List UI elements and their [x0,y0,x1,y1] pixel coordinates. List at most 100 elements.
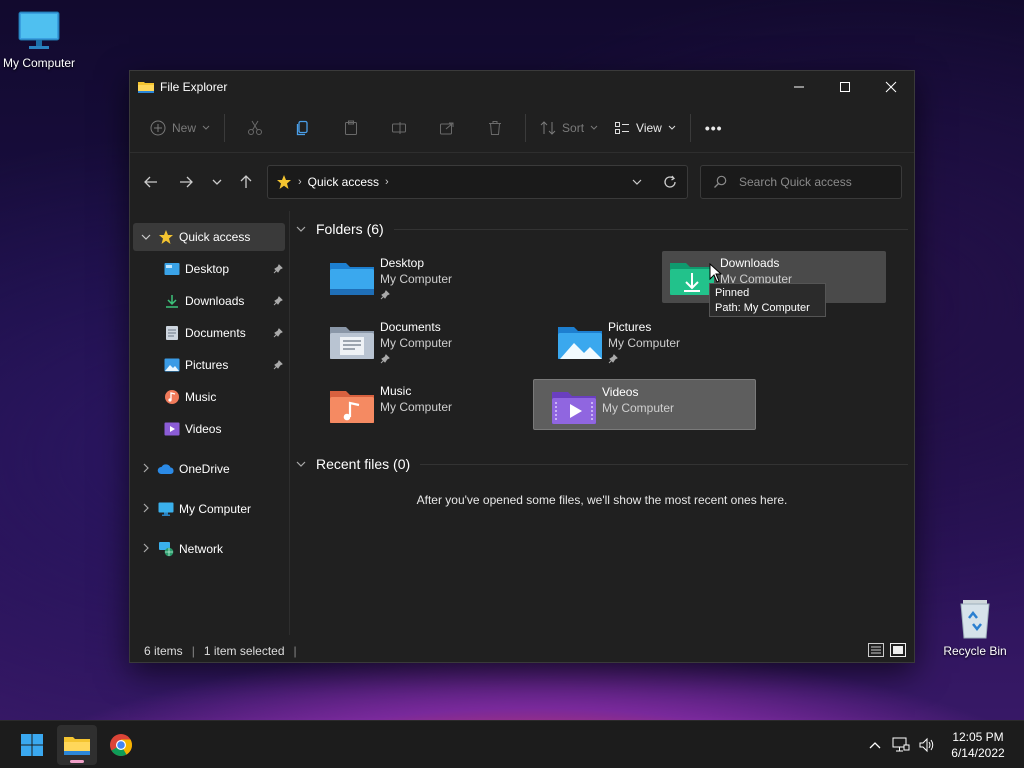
clock-time: 12:05 PM [952,730,1004,744]
folder-name: Music [380,384,412,398]
more-options-icon: ••• [704,119,723,136]
ethernet-icon [892,737,910,752]
maximize-button[interactable] [822,71,868,103]
computer-icon [157,500,175,518]
folder-name: Desktop [380,256,425,270]
pin-icon[interactable] [273,359,283,373]
star-icon [157,228,175,246]
sidebar-item-network[interactable]: Network [133,535,285,563]
cut-button[interactable] [231,111,279,145]
minimize-icon [794,86,804,88]
folder-location: My Computer [608,336,681,350]
clock-date: 6/14/2022 [951,746,1005,760]
view-label: View [636,120,662,135]
more-options-button[interactable]: ••• [697,111,731,145]
show-hidden-icons-button[interactable] [862,741,888,749]
recent-locations-button[interactable] [202,167,232,197]
sidebar-item-onedrive[interactable]: OneDrive [133,455,285,483]
refresh-button[interactable] [653,175,687,189]
sidebar-item-music[interactable]: Music [133,383,285,411]
refresh-icon [664,175,676,188]
taskbar-chrome[interactable] [101,725,141,765]
network-status-button[interactable] [888,737,914,753]
sort-button[interactable]: Sort [532,111,606,145]
back-button[interactable] [136,167,166,197]
copy-button[interactable] [279,111,327,145]
desktop-icon-label: Recycle Bin [943,644,1007,658]
forward-button[interactable] [171,167,201,197]
sidebar-item-my-computer[interactable]: My Computer [133,495,285,523]
chevron-right-icon[interactable] [137,463,155,476]
title-bar[interactable]: File Explorer [130,71,914,103]
folder-location: My Computer [380,272,453,286]
folders-group-header[interactable]: Folders (6) [296,221,908,237]
arrow-up-icon [240,175,252,188]
address-bar[interactable]: › Quick access › [267,165,688,199]
close-button[interactable] [868,71,914,103]
details-view-button[interactable] [868,643,884,660]
desktop-recycle-bin[interactable]: Recycle Bin [933,596,1017,658]
pin-icon[interactable] [273,295,283,309]
status-bar: 6 items | 1 item selected | [130,639,914,663]
folder-tile-music[interactable]: Music My Computer [322,379,546,431]
pin-icon [380,288,452,304]
pin-icon[interactable] [273,263,283,277]
close-icon [885,81,897,93]
chevron-right-icon[interactable] [137,503,155,516]
file-explorer-icon [138,82,154,93]
minimize-button[interactable] [776,71,822,103]
view-button[interactable]: View [606,111,684,145]
clipboard-icon [345,120,358,135]
sidebar-item-documents[interactable]: Documents [133,319,285,347]
group-divider [393,228,908,230]
sidebar-item-downloads[interactable]: Downloads [133,287,285,315]
sidebar-item-label: Pictures [185,358,229,372]
address-dropdown-button[interactable] [621,179,653,185]
speaker-icon [919,737,934,753]
paste-button[interactable] [327,111,375,145]
chevron-down-icon[interactable] [137,232,155,243]
pin-icon[interactable] [273,327,283,341]
sidebar-item-videos[interactable]: Videos [133,415,285,443]
chevron-down-icon[interactable] [296,459,310,470]
sidebar-item-label: Videos [185,422,222,436]
chevron-down-icon[interactable] [296,224,310,235]
taskbar-file-explorer[interactable] [57,725,97,765]
sidebar-item-desktop[interactable]: Desktop [133,255,285,283]
sidebar-item-pictures[interactable]: Pictures [133,351,285,379]
folder-tile-desktop[interactable]: Desktop My Computer [322,251,546,303]
delete-button[interactable] [471,111,519,145]
plus-circle-icon [150,120,166,135]
pictures-icon [163,356,181,374]
sidebar-item-quick-access[interactable]: Quick access [133,223,285,251]
download-icon [163,292,181,310]
start-button[interactable] [12,725,52,765]
share-icon [440,122,454,134]
chevron-down-icon [668,125,676,130]
folder-tile-pictures[interactable]: Pictures My Computer [550,315,774,367]
folder-tile-videos[interactable]: Videos My Computer [533,379,756,430]
desktop-my-computer[interactable]: My Computer [0,10,81,70]
status-divider: | [293,644,297,658]
up-button[interactable] [231,167,261,197]
recent-files-group-header[interactable]: Recent files (0) [296,456,908,472]
share-button[interactable] [423,111,471,145]
breadcrumb-chevron-icon[interactable]: › [385,176,389,188]
window-title: File Explorer [160,80,228,94]
tiles-view-button[interactable] [890,643,906,660]
cloud-icon [157,460,175,478]
rename-button[interactable] [375,111,423,145]
volume-button[interactable] [914,737,940,753]
breadcrumb-quick-access[interactable]: Quick access [308,175,379,189]
pin-icon [380,352,452,368]
new-button[interactable]: New [142,111,218,145]
sidebar-item-label: Music [185,390,217,404]
folder-tile-documents[interactable]: Documents My Computer [322,315,546,367]
sidebar-item-label: My Computer [179,502,252,516]
videos-icon [163,420,181,438]
chevron-right-icon[interactable] [137,543,155,556]
search-box[interactable]: Search Quick access [700,165,902,199]
copy-icon [296,120,308,135]
music-icon [163,388,181,406]
clock[interactable]: 12:05 PM 6/14/2022 [940,729,1016,761]
